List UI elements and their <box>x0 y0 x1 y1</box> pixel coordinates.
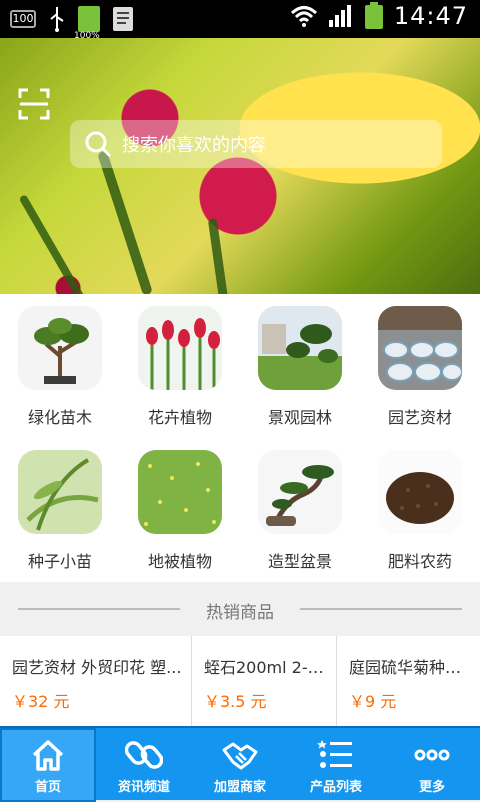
product-price: ￥3.5 元 <box>204 692 267 711</box>
bottom-tab-bar: 首页 资讯频道 加盟商家 产品列表 更多 <box>0 726 480 802</box>
tab-label: 加盟商家 <box>213 780 266 795</box>
bonsai-image <box>258 450 342 534</box>
category-label: 园艺资材 <box>387 408 452 427</box>
hero-banner[interactable]: 搜索你喜欢的内容 <box>0 38 480 294</box>
section-title: 热销商品 <box>206 603 274 623</box>
garden-pots-image <box>378 306 462 390</box>
tulips-image <box>138 306 222 390</box>
product-name: 蛭石200ml 2-3... <box>204 658 332 677</box>
category-item[interactable]: 肥料农药 <box>360 438 480 582</box>
product-card[interactable]: 园艺资材 外贸印花 塑... ￥32 元 <box>0 636 191 726</box>
search-input[interactable]: 搜索你喜欢的内容 <box>70 120 442 168</box>
product-card[interactable]: 蛭石200ml 2-3... ￥3.5 元 <box>192 636 336 726</box>
status-left: 100 100% <box>10 6 134 41</box>
status-bar: 100 100% 14:47 <box>0 0 480 41</box>
category-item[interactable]: 园艺资材 <box>360 294 480 438</box>
category-grid: 绿化苗木 花卉植物 景观园林 园艺资材种子小苗 地被植物 造型盆景 肥料农药 <box>0 294 480 582</box>
home-icon <box>29 736 67 774</box>
seedling-image <box>18 450 102 534</box>
handshake-icon <box>221 736 259 774</box>
product-price: ￥9 元 <box>349 692 397 711</box>
hot-section-header: 热销商品 <box>0 582 480 636</box>
category-label: 花卉植物 <box>147 408 212 427</box>
usb-icon <box>50 7 64 32</box>
category-label: 种子小苗 <box>27 552 92 571</box>
product-price: ￥32 元 <box>12 692 70 711</box>
scan-icon[interactable] <box>18 88 50 120</box>
ground-cover-image <box>138 450 222 534</box>
product-card[interactable]: 庭园硫华菊种子... ￥9 元 <box>337 636 480 726</box>
status-time: 14:47 <box>393 2 468 30</box>
banner-stem <box>18 194 86 294</box>
battery-badge-icon: 100 <box>10 10 36 28</box>
category-label: 造型盆景 <box>267 552 332 571</box>
banner-stem <box>97 150 153 294</box>
tab-more[interactable]: 更多 <box>384 728 480 802</box>
product-name: 庭园硫华菊种子... <box>349 658 476 677</box>
tab-label: 更多 <box>418 780 445 795</box>
tab-home[interactable]: 首页 <box>0 728 96 802</box>
tab-handshake[interactable]: 加盟商家 <box>192 728 288 802</box>
landscape-trees-image <box>258 306 342 390</box>
category-label: 肥料农药 <box>387 552 452 571</box>
tab-label: 首页 <box>34 780 61 795</box>
link-icon <box>124 736 164 774</box>
bonsai-tree-image <box>18 306 102 390</box>
battery-icon: 100% <box>74 6 100 41</box>
tab-label: 资讯频道 <box>117 780 170 795</box>
category-item[interactable]: 种子小苗 <box>0 438 120 582</box>
search-placeholder: 搜索你喜欢的内容 <box>122 135 266 156</box>
category-item[interactable]: 造型盆景 <box>240 438 360 582</box>
product-list: 园艺资材 外贸印花 塑... ￥32 元 蛭石200ml 2-3... ￥3.5 元 庭… <box>0 636 480 726</box>
divider <box>336 636 337 726</box>
search-icon <box>85 131 112 158</box>
more-icon <box>413 736 451 774</box>
category-label: 地被植物 <box>147 552 212 571</box>
battery-full-icon <box>364 2 383 29</box>
signal-icon <box>328 5 351 27</box>
category-label: 绿化苗木 <box>27 408 92 427</box>
banner-stem <box>207 217 230 294</box>
tab-link[interactable]: 资讯频道 <box>96 728 192 802</box>
category-item[interactable]: 地被植物 <box>120 438 240 582</box>
notification-icon <box>113 7 133 31</box>
category-item[interactable]: 景观园林 <box>240 294 360 438</box>
tab-list[interactable]: 产品列表 <box>288 728 384 802</box>
product-name: 园艺资材 外贸印花 塑... <box>12 658 182 677</box>
list-icon <box>317 736 355 774</box>
divider <box>191 636 192 726</box>
category-label: 景观园林 <box>267 408 332 427</box>
category-item[interactable]: 花卉植物 <box>120 294 240 438</box>
wifi-icon <box>290 6 317 27</box>
fertilizer-soil-image <box>378 450 462 534</box>
tab-label: 产品列表 <box>309 780 362 795</box>
status-right: 14:47 <box>290 2 468 30</box>
category-item[interactable]: 绿化苗木 <box>0 294 120 438</box>
